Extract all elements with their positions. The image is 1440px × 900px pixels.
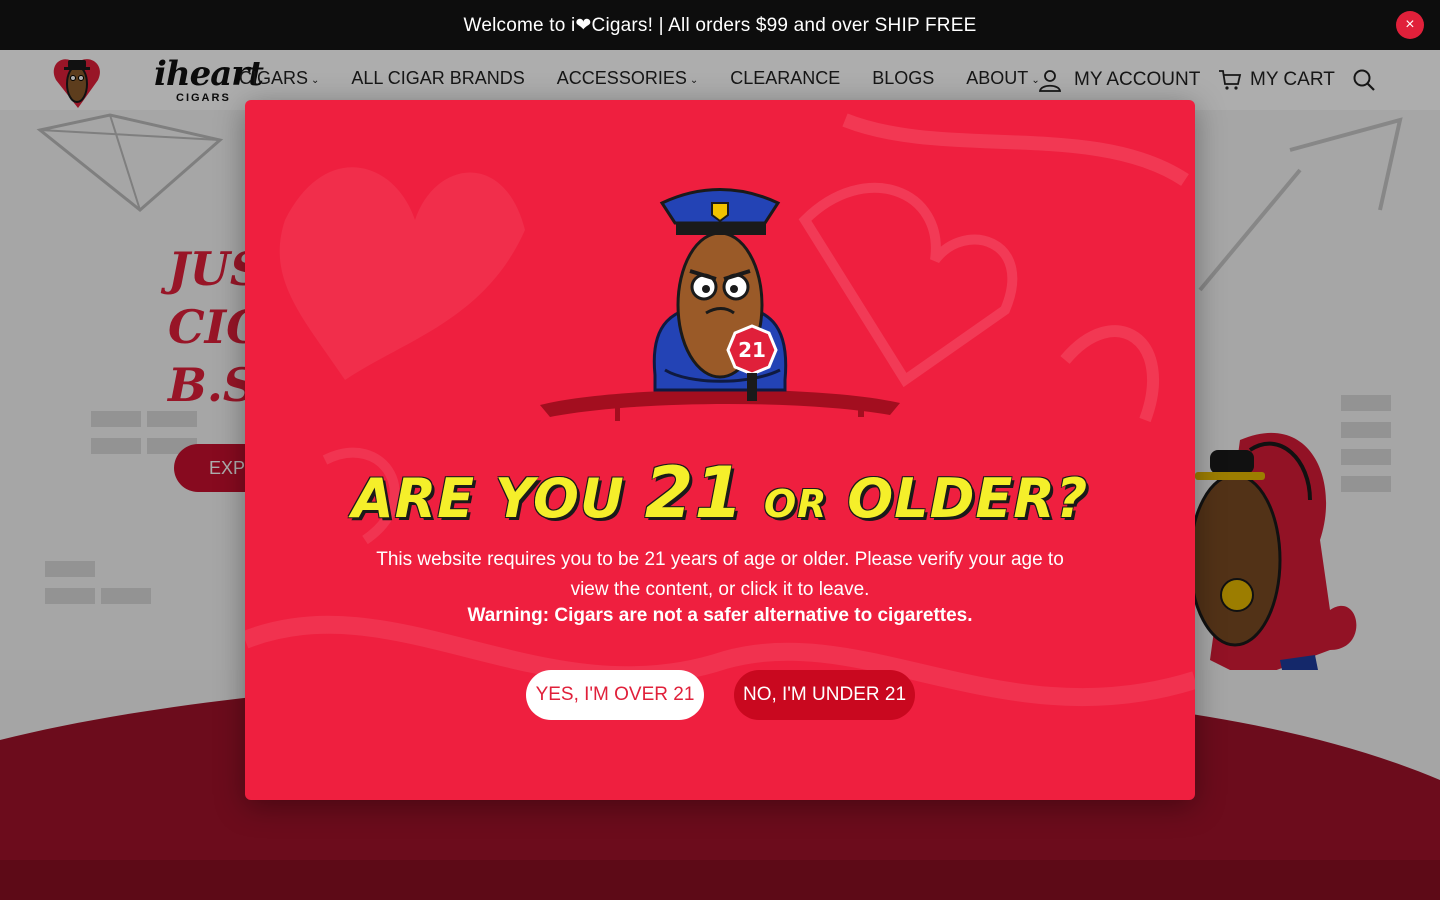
modal-title-part: OR bbox=[763, 482, 828, 526]
modal-title-part: ARE YOU bbox=[351, 467, 625, 530]
announcement-text: Welcome to i❤Cigars! | All orders $99 an… bbox=[463, 14, 977, 36]
age-no-button[interactable]: NO, I'M UNDER 21 bbox=[734, 670, 915, 720]
modal-title-part: OLDER? bbox=[847, 467, 1089, 530]
announcement-close-button[interactable]: × bbox=[1396, 11, 1424, 39]
modal-warning-text: Warning: Cigars are not a safer alternat… bbox=[467, 605, 973, 626]
age-yes-button[interactable]: YES, I'M OVER 21 bbox=[526, 670, 704, 720]
modal-title-number: 21 bbox=[644, 452, 745, 534]
stop-sign-text: 21 bbox=[738, 338, 766, 362]
police-cigar-mascot-icon: 21 bbox=[540, 188, 900, 421]
age-verification-modal: 21 ARE YOU 21 OR OLDER? This website req… bbox=[245, 100, 1195, 800]
announcement-bar: Welcome to i❤Cigars! | All orders $99 an… bbox=[0, 0, 1440, 50]
modal-body-text: This website requires you to be 21 years… bbox=[376, 549, 1064, 600]
modal-title: ARE YOU 21 OR OLDER? bbox=[245, 452, 1195, 534]
